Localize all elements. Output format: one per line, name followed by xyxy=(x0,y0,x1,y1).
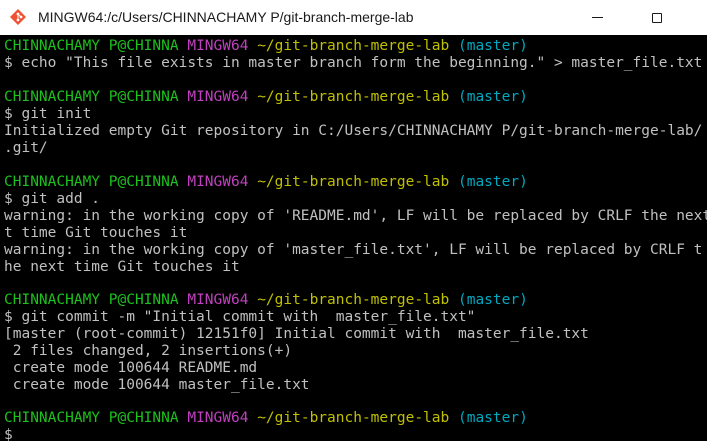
prompt-line: CHINNACHAMY P@CHINNA MINGW64 ~/git-branc… xyxy=(4,88,528,106)
window-title: MINGW64:/c/Users/CHINNACHAMY P/git-branc… xyxy=(38,9,414,25)
command-line: $ git add . xyxy=(4,191,101,207)
output-line: create mode 100644 master_file.txt xyxy=(4,377,310,393)
maximize-button[interactable] xyxy=(634,0,680,35)
prompt-branch: (master) xyxy=(457,89,528,105)
minimize-button[interactable] xyxy=(574,0,620,35)
prompt-path: ~/git-branch-merge-lab xyxy=(257,292,450,308)
prompt-env: MINGW64 xyxy=(187,292,249,308)
prompt-path: ~/git-branch-merge-lab xyxy=(257,174,450,190)
prompt-branch: (master) xyxy=(457,410,528,426)
maximize-icon xyxy=(652,12,662,23)
terminal-output[interactable]: CHINNACHAMY P@CHINNA MINGW64 ~/git-branc… xyxy=(0,35,707,441)
prompt-env: MINGW64 xyxy=(187,410,249,426)
prompt-branch: (master) xyxy=(457,174,528,190)
prompt-env: MINGW64 xyxy=(187,89,249,105)
output-line: warning: in the working copy of 'README.… xyxy=(4,208,707,224)
prompt-path: ~/git-branch-merge-lab xyxy=(257,410,450,426)
prompt-user: CHINNACHAMY P@CHINNA xyxy=(4,38,179,54)
prompt-env: MINGW64 xyxy=(187,38,249,54)
output-line: create mode 100644 README.md xyxy=(4,360,258,376)
prompt-line: CHINNACHAMY P@CHINNA MINGW64 ~/git-branc… xyxy=(4,173,528,191)
output-line: 2 files changed, 2 insertions(+) xyxy=(4,343,293,359)
output-line: [master (root-commit) 12151f0] Initial c… xyxy=(4,326,589,342)
prompt-user: CHINNACHAMY P@CHINNA xyxy=(4,89,179,105)
command-line[interactable]: $ xyxy=(4,426,13,441)
prompt-line: CHINNACHAMY P@CHINNA MINGW64 ~/git-branc… xyxy=(4,37,528,55)
prompt-branch: (master) xyxy=(457,292,528,308)
output-line: Initialized empty Git repository in C:/U… xyxy=(4,123,703,139)
prompt-user: CHINNACHAMY P@CHINNA xyxy=(4,410,179,426)
prompt-line: CHINNACHAMY P@CHINNA MINGW64 ~/git-branc… xyxy=(4,409,528,427)
command-line: $ git commit -m "Initial commit with mas… xyxy=(4,309,476,325)
output-line: he next time Git touches it xyxy=(4,259,240,275)
terminal-window: MINGW64:/c/Users/CHINNACHAMY P/git-branc… xyxy=(0,0,707,441)
prompt-env: MINGW64 xyxy=(187,174,249,190)
prompt-user: CHINNACHAMY P@CHINNA xyxy=(4,292,179,308)
output-line: t time Git touches it xyxy=(4,225,188,241)
prompt-line: CHINNACHAMY P@CHINNA MINGW64 ~/git-branc… xyxy=(4,291,528,309)
minimize-icon xyxy=(591,17,603,18)
git-bash-icon xyxy=(10,9,26,25)
prompt-branch: (master) xyxy=(457,38,528,54)
prompt-path: ~/git-branch-merge-lab xyxy=(257,38,450,54)
command-line: $ echo "This file exists in master branc… xyxy=(4,55,703,71)
command-line: $ git init xyxy=(4,106,92,122)
title-bar[interactable]: MINGW64:/c/Users/CHINNACHAMY P/git-branc… xyxy=(0,0,707,35)
prompt-path: ~/git-branch-merge-lab xyxy=(257,89,450,105)
output-line: .git/ xyxy=(4,140,48,156)
prompt-user: CHINNACHAMY P@CHINNA xyxy=(4,174,179,190)
output-line: warning: in the working copy of 'master_… xyxy=(4,242,703,258)
